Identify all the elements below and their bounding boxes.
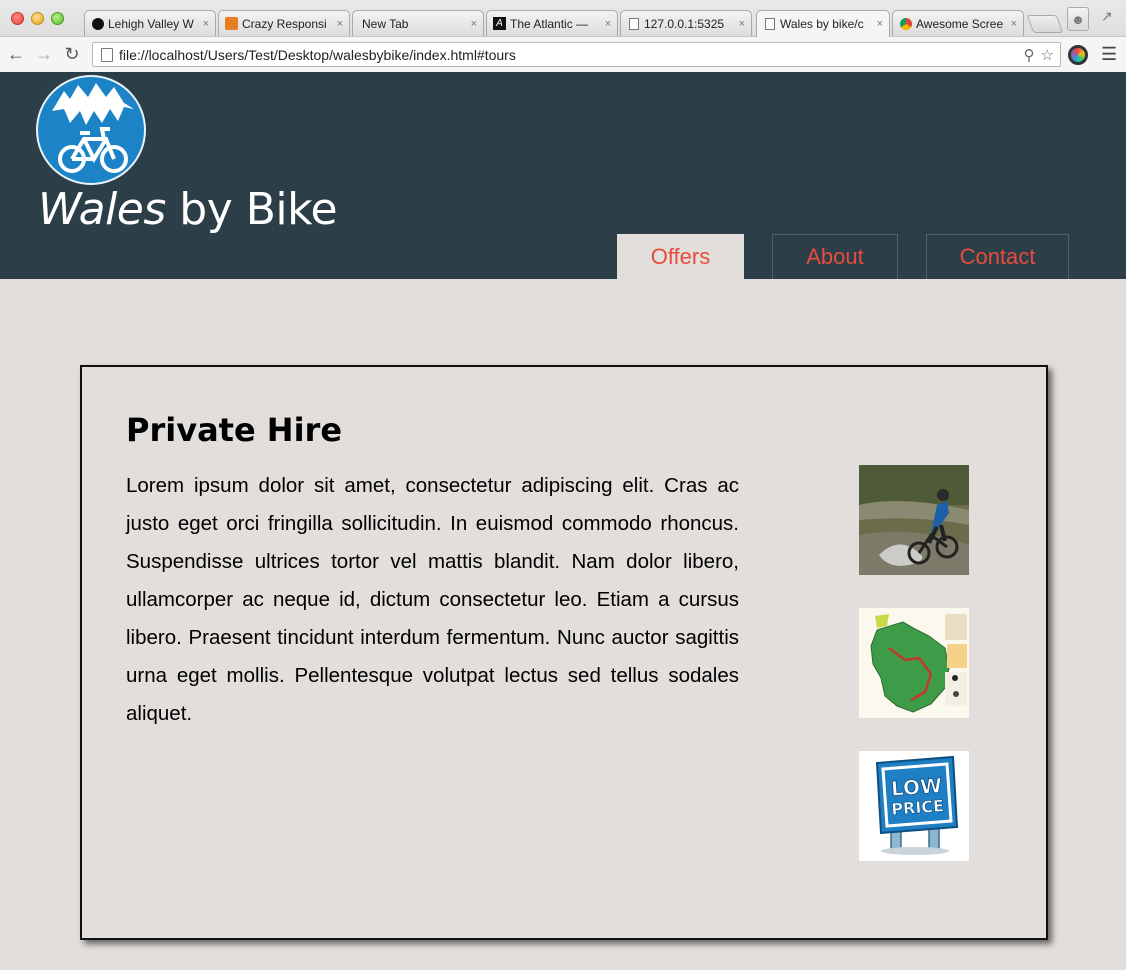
tab-close-icon[interactable]: × (203, 18, 209, 30)
browser-tab-lehigh[interactable]: Lehigh Valley W × (84, 10, 216, 36)
new-tab-button[interactable] (1026, 15, 1064, 33)
page-title: Private Hire (126, 411, 343, 449)
browser-toolbar: ← → ↻ file://localhost/Users/Test/Deskto… (0, 36, 1126, 72)
nav-tab-about[interactable]: About (772, 234, 898, 279)
tab-close-icon[interactable]: × (877, 18, 883, 30)
reload-icon[interactable]: ↻ (62, 43, 82, 65)
document-favicon-icon (627, 17, 640, 30)
circle-favicon-icon (91, 17, 104, 30)
browser-tab-crazy-responsive[interactable]: Crazy Responsi × (218, 10, 350, 36)
body-text: Lorem ipsum dolor sit amet, consectetur … (126, 474, 739, 725)
site-title[interactable]: Wales by Bike (38, 184, 338, 235)
url-text[interactable]: file://localhost/Users/Test/Desktop/wale… (119, 47, 1024, 63)
tab-strip: Lehigh Valley W × Crazy Responsi × New T… (0, 0, 1126, 37)
browser-chrome: Lehigh Valley W × Crazy Responsi × New T… (0, 0, 1126, 72)
wrench-favicon-icon (225, 17, 238, 30)
atlantic-favicon-icon: A (493, 17, 506, 30)
mountain-bike-logo-icon[interactable] (36, 75, 146, 185)
address-bar[interactable]: file://localhost/Users/Test/Desktop/wale… (92, 42, 1061, 67)
browser-tab-localhost[interactable]: 127.0.0.1:5325 × (620, 10, 752, 36)
tab-close-icon[interactable]: × (739, 18, 745, 30)
price-sign-line-2: PRICE (891, 796, 945, 819)
site-header: Wales by Bike Offers About Contact (0, 72, 1126, 279)
browser-tab-wales-by-bike[interactable]: Wales by bike/c × (756, 10, 890, 37)
tab-label: Lehigh Valley W (108, 16, 194, 31)
nav-tab-offers[interactable]: Offers (617, 234, 744, 279)
cyclist-photo (859, 465, 969, 575)
low-price-badge-image: LOW PRICE (859, 751, 969, 861)
nav-tab-contact[interactable]: Contact (926, 234, 1069, 279)
tab-label: Crazy Responsi (242, 16, 327, 31)
color-extension-icon[interactable] (1068, 45, 1088, 65)
browser-tab-the-atlantic[interactable]: A The Atlantic — × (486, 10, 618, 36)
zoom-icon[interactable]: ⚲ (1024, 46, 1035, 64)
route-map-image (859, 608, 969, 718)
tab-label: The Atlantic — (510, 16, 589, 31)
offer-panel: Private Hire Lorem ipsum dolor sit amet,… (80, 365, 1048, 940)
profile-icon[interactable]: ☻ (1067, 7, 1089, 31)
site-title-rest: by Bike (165, 184, 338, 235)
chrome-favicon-icon (899, 17, 912, 30)
tab-close-icon[interactable]: × (337, 18, 343, 30)
tab-label: 127.0.0.1:5325 (644, 16, 725, 31)
browser-tab-new-tab[interactable]: New Tab × (352, 10, 484, 36)
tab-close-icon[interactable]: × (471, 18, 477, 30)
fullscreen-icon[interactable]: ↗ (1101, 8, 1113, 25)
tab-close-icon[interactable]: × (1011, 18, 1017, 30)
browser-tab-awesome-screenshot[interactable]: Awesome Scree × (892, 10, 1024, 36)
document-favicon-icon (763, 18, 776, 31)
bookmark-star-icon[interactable]: ☆ (1041, 46, 1054, 64)
back-arrow-icon[interactable]: ← (6, 43, 26, 65)
tab-label: New Tab (362, 16, 409, 31)
forward-arrow-icon[interactable]: → (34, 43, 54, 65)
zoom-window-button[interactable] (51, 12, 64, 25)
close-window-button[interactable] (11, 12, 24, 25)
minimize-window-button[interactable] (31, 12, 44, 25)
tab-label: Wales by bike/c (780, 17, 864, 31)
tab-close-icon[interactable]: × (605, 18, 611, 30)
hamburger-menu-icon[interactable]: ☰ (1101, 43, 1117, 65)
page-icon (101, 47, 113, 62)
tab-label: Awesome Scree (916, 16, 1004, 31)
site-title-italic: Wales (38, 184, 166, 235)
